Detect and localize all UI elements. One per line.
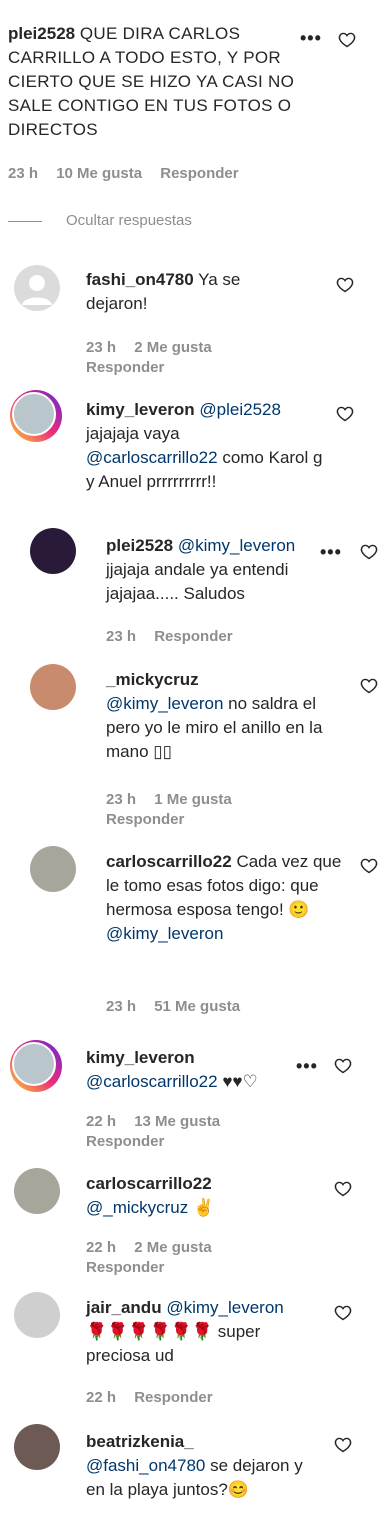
comment-meta: 23 h Responder: [106, 627, 247, 647]
comment-text: ✌: [193, 1198, 215, 1217]
comment-meta: 22 h Responder: [86, 1388, 227, 1408]
comment-body: beatrizkenia_ @fashi_on4780 se dejaron y…: [86, 1430, 326, 1502]
avatar[interactable]: [30, 846, 76, 892]
avatar[interactable]: [14, 1292, 60, 1338]
heart-icon[interactable]: [360, 544, 378, 560]
heart-icon[interactable]: [334, 1181, 352, 1197]
mention-link[interactable]: @carloscarrillo22: [86, 1072, 218, 1091]
reply-button[interactable]: Responder: [160, 165, 238, 182]
mention-link[interactable]: @kimy_leveron: [106, 924, 223, 943]
comment-meta: 22 h 2 Me gusta Responder: [86, 1238, 286, 1278]
hide-replies-button[interactable]: Ocultar respuestas: [66, 211, 192, 231]
top-comment: plei2528 QUE DIRA CARLOS CARRILLO A TODO…: [8, 22, 308, 142]
reply-button[interactable]: Responder: [86, 1133, 164, 1150]
reply-button[interactable]: Responder: [134, 1389, 212, 1406]
comment-username[interactable]: _mickycruz: [106, 670, 199, 689]
heart-icon[interactable]: [336, 277, 354, 293]
mention-link[interactable]: @carloscarrillo22: [86, 448, 218, 467]
comment-body: jair_andu @kimy_leveron 🌹🌹🌹🌹🌹🌹 super pre…: [86, 1296, 326, 1368]
avatar[interactable]: [14, 265, 60, 311]
comment-username[interactable]: carloscarrillo22: [106, 852, 232, 871]
mention-link[interactable]: @kimy_leveron: [178, 536, 295, 555]
comment-text: jjajaja andale ya entendi jajajaa..... S…: [106, 560, 289, 603]
comment-body: kimy_leveron @plei2528 jajajaja vaya @ca…: [86, 398, 326, 494]
reply-button[interactable]: Responder: [154, 628, 232, 645]
mention-link[interactable]: @kimy_leveron: [106, 694, 223, 713]
comment-text: 🌹🌹🌹🌹🌹🌹: [86, 1322, 214, 1341]
avatar[interactable]: [30, 664, 76, 710]
likes-link[interactable]: 10 Me gusta: [56, 165, 142, 182]
time-text: 23 h: [106, 628, 137, 645]
time-text: 22 h: [86, 1239, 117, 1256]
comment-body: kimy_leveron @carloscarrillo22 ♥♥♡: [86, 1046, 326, 1094]
comment-meta: 23 h 1 Me gusta Responder: [106, 790, 306, 830]
mention-link[interactable]: @kimy_leveron: [166, 1298, 283, 1317]
comment-body: plei2528 @kimy_leveron jjajaja andale ya…: [106, 534, 326, 606]
comment-text: ♥♥♡: [222, 1072, 258, 1091]
heart-icon[interactable]: [334, 1305, 352, 1321]
heart-icon[interactable]: [338, 32, 356, 48]
hide-replies-divider: [8, 221, 42, 222]
heart-icon[interactable]: [334, 1437, 352, 1453]
avatar[interactable]: [14, 1168, 60, 1214]
heart-icon[interactable]: [360, 678, 378, 694]
comment-username[interactable]: kimy_leveron: [86, 400, 195, 419]
comment-body: carloscarrillo22 Cada vez que le tomo es…: [106, 850, 346, 946]
more-icon[interactable]: •••: [320, 542, 342, 563]
time-text: 22 h: [86, 1389, 117, 1406]
time-text: 23 h: [106, 791, 137, 808]
reply-button[interactable]: Responder: [106, 811, 184, 828]
comment-username[interactable]: plei2528: [106, 536, 173, 555]
avatar[interactable]: [10, 1040, 62, 1092]
reply-button[interactable]: Responder: [86, 359, 164, 376]
more-icon[interactable]: •••: [296, 1056, 318, 1077]
likes-link[interactable]: 51 Me gusta: [154, 998, 240, 1015]
time-text: 23 h: [8, 165, 39, 182]
avatar[interactable]: [10, 390, 62, 442]
more-icon[interactable]: •••: [300, 28, 322, 49]
heart-icon[interactable]: [336, 406, 354, 422]
reply-button[interactable]: Responder: [86, 1259, 164, 1276]
comment-meta: 23 h 51 Me gusta: [106, 997, 254, 1017]
avatar[interactable]: [30, 528, 76, 574]
comment-username[interactable]: plei2528: [8, 24, 75, 43]
comment-body: fashi_on4780 Ya se dejaron!: [86, 268, 306, 316]
comment-meta: 23 h 2 Me gusta Responder: [86, 338, 286, 378]
time-text: 23 h: [86, 339, 117, 356]
mention-link[interactable]: @fashi_on4780: [86, 1456, 205, 1475]
mention-link[interactable]: @_mickycruz: [86, 1198, 188, 1217]
time-text: 23 h: [106, 998, 137, 1015]
comment-username[interactable]: jair_andu: [86, 1298, 162, 1317]
comment-text: jajajaja vaya: [86, 424, 180, 443]
comment-body: carloscarrillo22 @_mickycruz ✌: [86, 1172, 326, 1220]
comment-meta: 23 h 10 Me gusta Responder: [8, 164, 253, 184]
mention-link[interactable]: @plei2528: [199, 400, 281, 419]
heart-icon[interactable]: [360, 858, 378, 874]
likes-link[interactable]: 2 Me gusta: [134, 1239, 212, 1256]
likes-link[interactable]: 13 Me gusta: [134, 1113, 220, 1130]
heart-icon[interactable]: [334, 1058, 352, 1074]
avatar[interactable]: [14, 1424, 60, 1470]
comment-username[interactable]: beatrizkenia_: [86, 1432, 194, 1451]
comment-username[interactable]: carloscarrillo22: [86, 1174, 212, 1193]
comment-meta: 22 h 13 Me gusta Responder: [86, 1112, 286, 1152]
time-text: 22 h: [86, 1113, 117, 1130]
comment-body: _mickycruz @kimy_leveron no saldra el pe…: [106, 668, 336, 764]
likes-link[interactable]: 2 Me gusta: [134, 339, 212, 356]
likes-link[interactable]: 1 Me gusta: [154, 791, 232, 808]
comment-username[interactable]: fashi_on4780: [86, 270, 194, 289]
comment-username[interactable]: kimy_leveron: [86, 1048, 195, 1067]
